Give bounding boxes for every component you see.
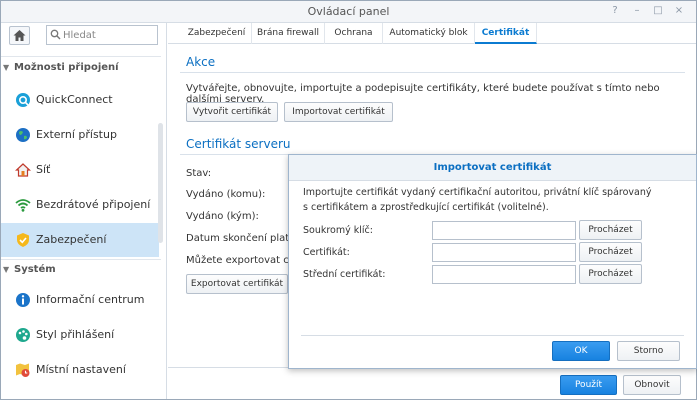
close-icon[interactable]: × bbox=[673, 5, 685, 17]
intermediate-certificate-label: Střední certifikát: bbox=[303, 269, 386, 280]
apply-button[interactable]: Použít bbox=[560, 375, 617, 395]
sidebar-item-login-style[interactable]: Styl přihlášení bbox=[1, 318, 159, 352]
section-divider bbox=[180, 72, 685, 73]
browse-private-key-button[interactable]: Procházet bbox=[579, 220, 642, 240]
network-house-icon bbox=[15, 163, 31, 177]
field-label-status: Stav: bbox=[186, 168, 212, 179]
sidebar-item-label: Informační centrum bbox=[36, 293, 145, 306]
section-header-label: Možnosti připojení bbox=[14, 62, 119, 73]
sidebar-item-network[interactable]: Síť bbox=[1, 153, 159, 187]
home-button[interactable] bbox=[9, 26, 30, 45]
sidebar-item-label: Místní nastavení bbox=[36, 363, 126, 376]
sidebar: ▼ Možnosti připojení QuickConnect Extern… bbox=[1, 23, 167, 399]
sidebar-item-regional-options[interactable]: Místní nastavení bbox=[1, 353, 159, 387]
title-bar: Ovládací panel ? – □ × bbox=[1, 1, 696, 23]
help-icon[interactable]: ? bbox=[609, 5, 621, 17]
window-title: Ovládací panel bbox=[307, 5, 390, 18]
shield-icon bbox=[17, 233, 29, 247]
section-header-connectivity[interactable]: ▼ Možnosti připojení bbox=[1, 58, 161, 78]
chevron-down-icon: ▼ bbox=[3, 63, 10, 72]
sidebar-item-security[interactable]: Zabezpečení bbox=[1, 223, 159, 257]
sidebar-item-quickconnect[interactable]: QuickConnect bbox=[1, 83, 159, 117]
search-icon bbox=[50, 29, 61, 40]
sidebar-item-label: Styl přihlášení bbox=[36, 328, 115, 341]
sidebar-item-wireless[interactable]: Bezdrátové připojení bbox=[1, 188, 159, 222]
section-header-system[interactable]: ▼ Systém bbox=[1, 260, 161, 280]
import-certificate-button[interactable]: Importovat certifikát bbox=[284, 102, 393, 122]
search-box[interactable] bbox=[46, 25, 158, 45]
browse-intermediate-button[interactable]: Procházet bbox=[579, 264, 642, 284]
sidebar-item-label: QuickConnect bbox=[36, 93, 113, 106]
dialog-description-line2: s certifikátem a zprostředkující certifi… bbox=[303, 202, 549, 213]
sidebar-item-external-access[interactable]: Externí přístup bbox=[1, 118, 159, 152]
export-certificate-button[interactable]: Exportovat certifikát bbox=[186, 274, 288, 294]
map-clock-icon bbox=[16, 363, 30, 377]
quickconnect-icon bbox=[16, 93, 30, 107]
dialog-title: Importovat certifikát bbox=[289, 155, 696, 181]
tab-bar: Zabezpečení Brána firewall Ochrana Autom… bbox=[168, 23, 696, 44]
intermediate-certificate-field[interactable] bbox=[432, 265, 576, 284]
ok-button[interactable]: OK bbox=[552, 341, 610, 361]
section-title-server-certificate: Certifikát serveru bbox=[186, 137, 291, 151]
control-panel-window: Ovládací panel ? – □ × ▼ Možnosti připoj… bbox=[0, 0, 697, 400]
create-certificate-button[interactable]: Vytvořit certifikát bbox=[186, 102, 278, 122]
refresh-button[interactable]: Obnovit bbox=[623, 375, 681, 395]
dialog-footer-divider bbox=[301, 335, 684, 336]
info-icon bbox=[16, 293, 30, 307]
sidebar-item-label: Síť bbox=[36, 163, 51, 176]
section-title-actions: Akce bbox=[186, 55, 216, 69]
sidebar-item-info-center[interactable]: Informační centrum bbox=[1, 283, 159, 317]
field-label-issued-to: Vydáno (komu): bbox=[186, 189, 266, 200]
sidebar-scrollbar[interactable] bbox=[158, 123, 163, 243]
tab-certificate[interactable]: Certifikát bbox=[475, 23, 537, 44]
minimize-icon[interactable]: – bbox=[631, 5, 643, 17]
tab-firewall[interactable]: Brána firewall bbox=[252, 23, 325, 44]
wifi-icon bbox=[15, 199, 31, 212]
import-certificate-dialog: Importovat certifikát Importujte certifi… bbox=[288, 154, 697, 369]
sidebar-divider bbox=[1, 56, 161, 57]
tab-security[interactable]: Zabezpečení bbox=[182, 23, 252, 44]
private-key-label: Soukromý klíč: bbox=[303, 225, 373, 236]
dialog-description-line1: Importujte certifikát vydaný certifikačn… bbox=[303, 187, 652, 198]
certificate-field[interactable] bbox=[432, 243, 576, 262]
private-key-field[interactable] bbox=[432, 221, 576, 240]
palette-icon bbox=[16, 328, 30, 342]
search-input[interactable] bbox=[63, 27, 155, 43]
cancel-button[interactable]: Storno bbox=[617, 341, 680, 361]
tab-protection[interactable]: Ochrana bbox=[325, 23, 383, 44]
sidebar-item-label: Zabezpečení bbox=[36, 233, 107, 246]
section-header-label: Systém bbox=[14, 264, 56, 275]
tab-auto-block[interactable]: Automatický blok bbox=[383, 23, 475, 44]
sidebar-item-label: Externí přístup bbox=[36, 128, 117, 141]
browse-certificate-button[interactable]: Procházet bbox=[579, 242, 642, 262]
certificate-label: Certifikát: bbox=[303, 247, 350, 258]
home-icon bbox=[13, 30, 26, 41]
chevron-down-icon: ▼ bbox=[3, 265, 10, 274]
globe-icon bbox=[16, 128, 30, 142]
sidebar-item-label: Bezdrátové připojení bbox=[36, 198, 151, 211]
field-label-issued-by: Vydáno (kým): bbox=[186, 211, 259, 222]
maximize-icon[interactable]: □ bbox=[652, 5, 664, 17]
